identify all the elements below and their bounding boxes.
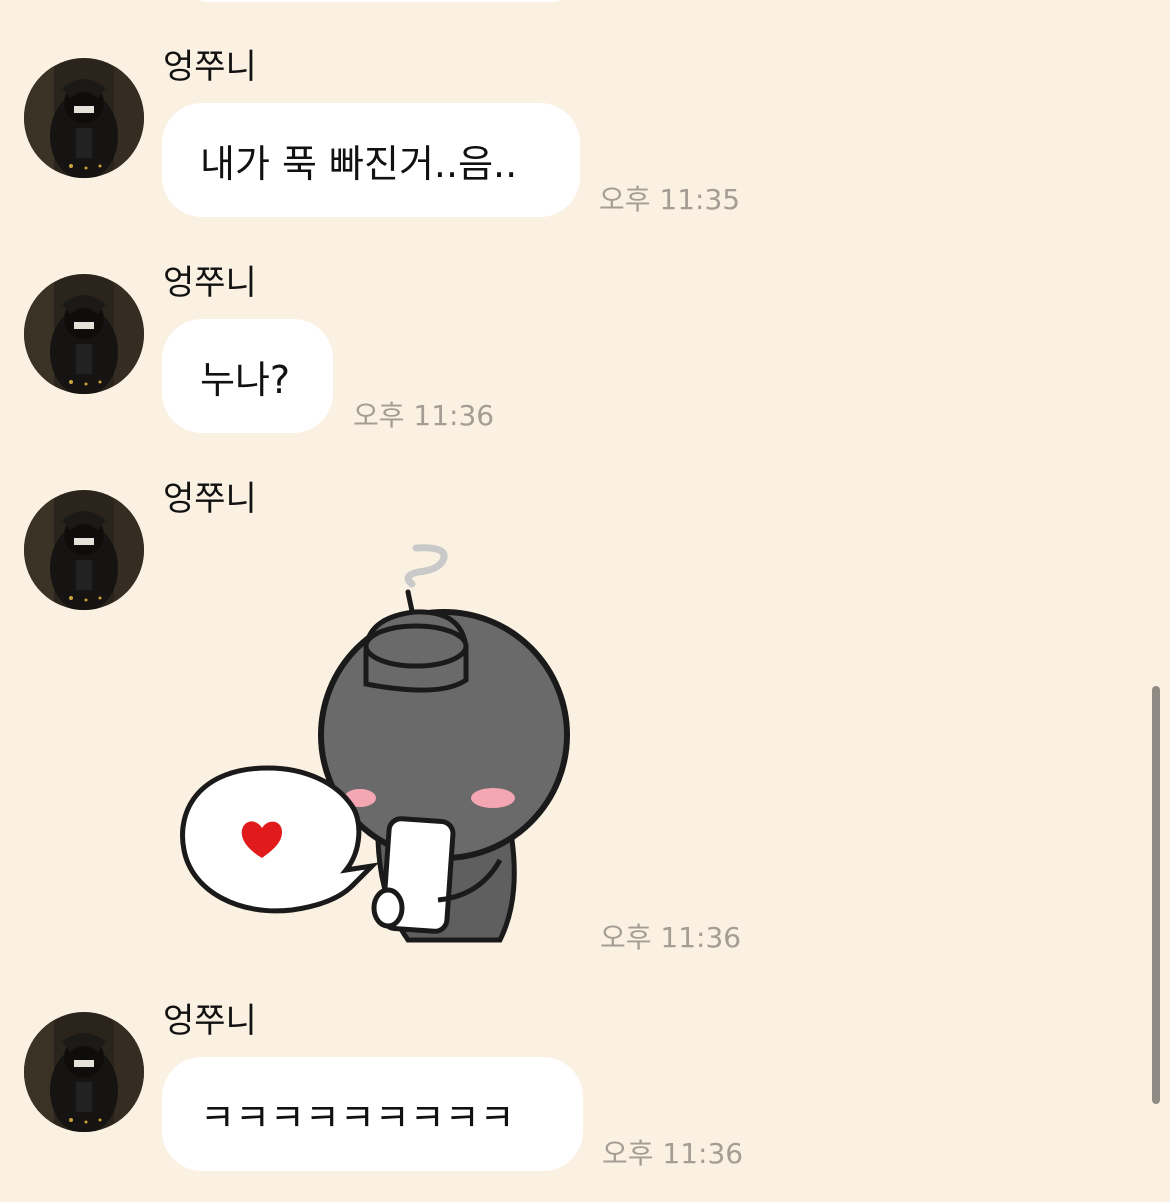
message-time: 오후 11:36 (602, 1137, 744, 1170)
message-time: 오후 11:36 (600, 921, 742, 954)
sender-name: 엉쭈니 (163, 263, 257, 303)
sender-avatar[interactable] (24, 58, 144, 178)
sender-name: 엉쭈니 (163, 479, 257, 519)
sender-avatar[interactable] (24, 274, 144, 394)
sender-name: 엉쭈니 (163, 1001, 257, 1041)
bomb-character-phone-heart-sticker-icon (180, 544, 570, 943)
message-text: 내가 푹 빠진거..음.. (200, 141, 518, 186)
previous-message-bubble[interactable] (190, 0, 570, 2)
profile-photo-icon (24, 490, 144, 610)
message-text: ㅋㅋㅋㅋㅋㅋㅋㅋㅋ (200, 1095, 515, 1140)
profile-photo-icon (24, 58, 144, 178)
message-time: 오후 11:35 (599, 183, 741, 216)
sender-avatar[interactable] (24, 490, 144, 610)
profile-photo-icon (24, 1012, 144, 1132)
profile-photo-icon (24, 274, 144, 394)
chat-screen: 엉쭈니 내가 푹 빠진거..음.. 오후 11:35 엉쭈니 누나? 오후 11… (0, 0, 1170, 1202)
message-time: 오후 11:36 (353, 399, 495, 432)
message-bubble[interactable]: 누나? (162, 319, 333, 433)
message-text: 누나? (200, 357, 291, 402)
message-bubble[interactable]: ㅋㅋㅋㅋㅋㅋㅋㅋㅋ (162, 1057, 583, 1171)
message-bubble[interactable]: 내가 푹 빠진거..음.. (162, 103, 580, 217)
scrollbar-thumb[interactable] (1152, 686, 1160, 1104)
sticker-message[interactable] (170, 535, 580, 955)
sender-name: 엉쭈니 (163, 47, 257, 87)
sender-avatar[interactable] (24, 1012, 144, 1132)
